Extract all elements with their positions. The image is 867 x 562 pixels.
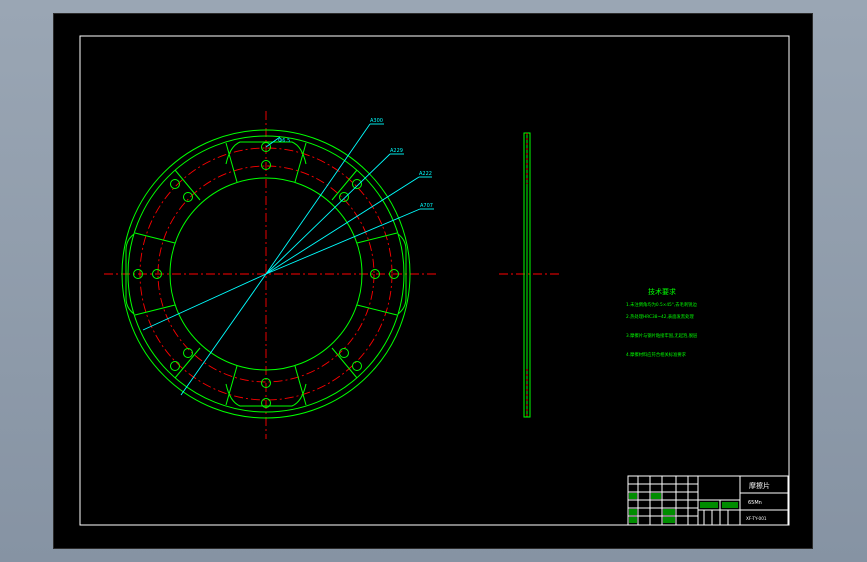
disc-side-view bbox=[499, 132, 560, 418]
callout-a300: A300 bbox=[370, 118, 383, 124]
cad-model-viewport[interactable]: A300 A229 A222 A707 Ф6.5 技术要求 1.未注倒角均为0.… bbox=[53, 13, 813, 549]
notes-line-4: 4.摩擦材料应符合相关标准要求 bbox=[626, 351, 687, 358]
dimension-leaders bbox=[142, 123, 434, 396]
drawing-number: XF-TY-001 bbox=[746, 516, 767, 521]
cad-drawing-canvas[interactable]: A300 A229 A222 A707 Ф6.5 技术要求 1.未注倒角均为0.… bbox=[54, 14, 814, 550]
callout-a222: A222 bbox=[419, 171, 432, 177]
callout-a229: A229 bbox=[390, 148, 403, 154]
technical-notes: 技术要求 1.未注倒角均为0.5×45°,去毛刺锐边 2.热处理HRC38~42… bbox=[626, 287, 698, 358]
notes-line-1: 1.未注倒角均为0.5×45°,去毛刺锐边 bbox=[626, 301, 697, 308]
callout-hole-dia: Ф6.5 bbox=[278, 138, 290, 144]
callout-a707: A707 bbox=[420, 203, 433, 209]
notes-line-3: 3.摩擦片与钢片粘接牢固,无起泡,脱层 bbox=[626, 332, 698, 339]
drawing-border bbox=[79, 35, 790, 526]
notes-line-2: 2.热处理HRC38~42,表面发黑处理 bbox=[626, 313, 694, 320]
part-name: 摩擦片 bbox=[749, 481, 770, 490]
part-material: 65Mn bbox=[748, 500, 762, 506]
disc-front-view: A300 A229 A222 A707 Ф6.5 bbox=[104, 111, 438, 439]
title-block: 摩擦片 65Mn XF-TY-001 bbox=[627, 475, 789, 526]
notes-heading: 技术要求 bbox=[648, 287, 676, 296]
